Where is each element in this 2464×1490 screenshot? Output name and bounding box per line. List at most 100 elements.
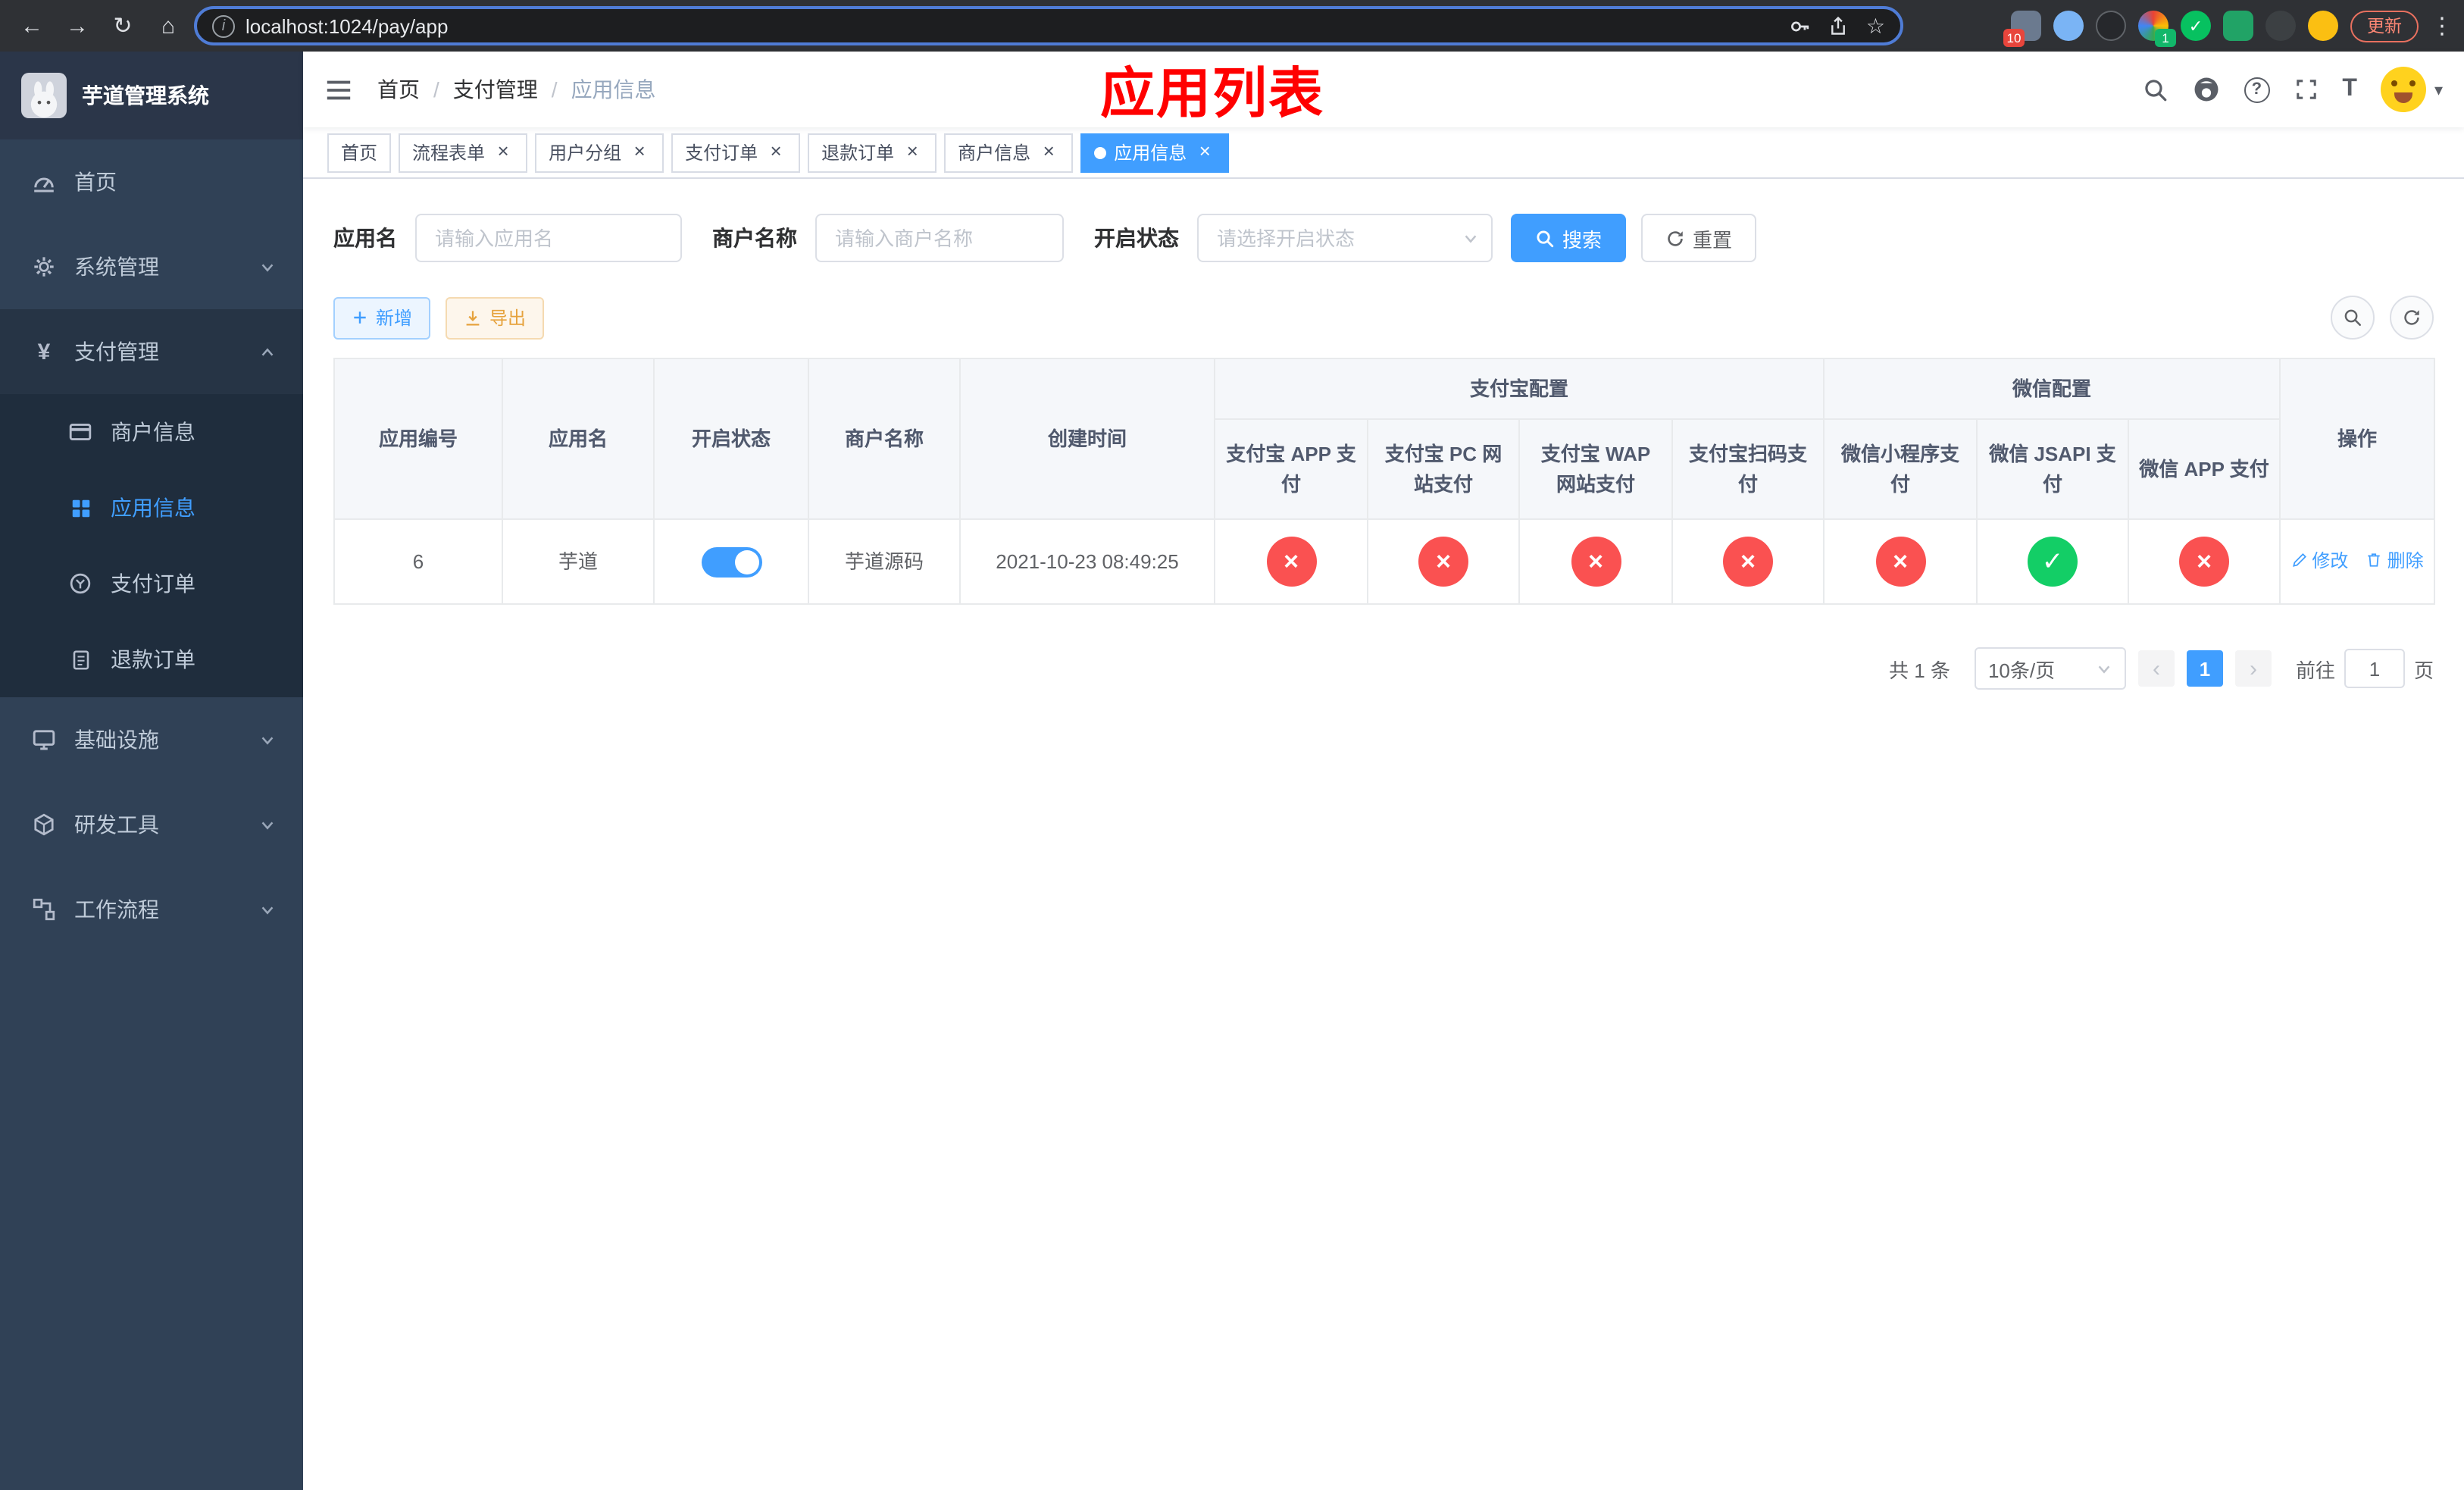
tab-close-icon[interactable]: × bbox=[629, 140, 650, 163]
tab-label: 支付订单 bbox=[685, 142, 758, 164]
sidebar-item-payment[interactable]: ¥ 支付管理 bbox=[0, 309, 303, 394]
export-button[interactable]: 导出 bbox=[446, 296, 545, 339]
page-button-1[interactable]: 1 bbox=[2186, 650, 2223, 687]
search-button[interactable]: 搜索 bbox=[1511, 214, 1627, 262]
sidebar-item-dev-tools[interactable]: 研发工具 bbox=[0, 782, 303, 867]
merchant-name-input[interactable] bbox=[815, 214, 1064, 262]
status-success-icon: ✓ bbox=[2028, 537, 2078, 587]
hamburger-icon[interactable] bbox=[324, 75, 353, 104]
address-bar[interactable]: i localhost:1024/pay/app ☆ bbox=[194, 6, 1903, 45]
tab-close-icon[interactable]: × bbox=[492, 140, 514, 163]
sidebar-item-system[interactable]: 系统管理 bbox=[0, 224, 303, 309]
github-icon[interactable] bbox=[2192, 76, 2219, 103]
reset-button[interactable]: 重置 bbox=[1641, 214, 1757, 262]
tab-merchant-info[interactable]: 商户信息 × bbox=[944, 133, 1074, 172]
extension-badge: 10 bbox=[2003, 29, 2025, 47]
status-select[interactable] bbox=[1197, 214, 1493, 262]
tab-process-form[interactable]: 流程表单 × bbox=[399, 133, 528, 172]
status-select-input[interactable] bbox=[1197, 214, 1493, 262]
cell-alipay-wap: × bbox=[1518, 518, 1673, 605]
sidebar-item-label: 支付管理 bbox=[74, 340, 159, 364]
pagination: 共 1 条 10条/页 ‹ 1 › 前往 页 bbox=[333, 647, 2434, 690]
top-navbar: 首页 / 支付管理 / 应用信息 应用列表 ? T ▾ bbox=[303, 52, 2464, 127]
extension-icon[interactable] bbox=[2223, 11, 2253, 41]
page-size-select[interactable]: 10条/页 bbox=[1974, 647, 2126, 690]
filter-form: 应用名 商户名称 开启状态 搜索 bbox=[333, 214, 2434, 262]
browser-menu-icon[interactable]: ⋮ bbox=[2431, 12, 2453, 39]
extension-icon[interactable] bbox=[2096, 11, 2126, 41]
tab-close-icon[interactable]: × bbox=[1194, 140, 1215, 163]
search-icon[interactable] bbox=[2142, 77, 2168, 102]
breadcrumb-home[interactable]: 首页 bbox=[377, 74, 420, 105]
reload-icon[interactable]: ↻ bbox=[103, 6, 142, 45]
credit-card-icon bbox=[64, 420, 97, 444]
help-icon[interactable]: ? bbox=[2244, 77, 2270, 102]
breadcrumb-section[interactable]: 支付管理 bbox=[453, 74, 538, 105]
app-name-label: 应用名 bbox=[333, 226, 397, 250]
status-switch[interactable] bbox=[701, 546, 761, 578]
back-icon[interactable]: ← bbox=[12, 6, 52, 45]
refresh-button[interactable] bbox=[2390, 296, 2434, 340]
sidebar-item-pay-order[interactable]: 支付订单 bbox=[0, 546, 303, 621]
tab-app-info[interactable]: 应用信息 × bbox=[1080, 133, 1230, 172]
tab-user-group[interactable]: 用户分组 × bbox=[535, 133, 664, 172]
chevron-down-icon bbox=[259, 816, 276, 833]
font-size-icon[interactable]: T bbox=[2342, 76, 2357, 103]
sidebar-item-refund-order[interactable]: 退款订单 bbox=[0, 621, 303, 697]
user-menu[interactable]: ▾ bbox=[2381, 67, 2443, 112]
forward-icon[interactable]: → bbox=[58, 6, 97, 45]
emoji-extension-icon[interactable] bbox=[2308, 11, 2338, 41]
sidebar-item-home[interactable]: 首页 bbox=[0, 139, 303, 224]
app-table: 应用编号 应用名 开启状态 商户名称 创建时间 支付宝配置 微信配置 操作 支付… bbox=[333, 358, 2436, 605]
sidebar-logo-row[interactable]: 芋道管理系统 bbox=[0, 52, 303, 139]
cell-alipay-pc: × bbox=[1367, 518, 1520, 605]
site-info-icon[interactable]: i bbox=[212, 14, 235, 37]
navbar-actions: ? T ▾ bbox=[2142, 67, 2443, 112]
extension-icon[interactable]: ✓ bbox=[2181, 11, 2211, 41]
share-icon[interactable] bbox=[1828, 15, 1850, 36]
add-button[interactable]: 新增 bbox=[333, 296, 431, 339]
app-name-input[interactable] bbox=[415, 214, 682, 262]
tab-home[interactable]: 首页 bbox=[327, 133, 392, 172]
active-tab-dot bbox=[1094, 146, 1107, 158]
tab-pay-order[interactable]: 支付订单 × bbox=[671, 133, 801, 172]
tab-close-icon[interactable]: × bbox=[765, 140, 786, 163]
next-page-button[interactable]: › bbox=[2234, 650, 2272, 687]
password-key-icon[interactable] bbox=[1789, 14, 1812, 37]
status-fail-icon: × bbox=[1266, 537, 1316, 587]
extension-icon[interactable] bbox=[2053, 11, 2084, 41]
merchant-name-label: 商户名称 bbox=[712, 226, 797, 250]
document-icon bbox=[64, 648, 97, 671]
toggle-search-button[interactable] bbox=[2331, 296, 2375, 340]
sidebar-item-label: 商户信息 bbox=[111, 420, 195, 444]
tab-close-icon[interactable]: × bbox=[1038, 140, 1059, 163]
sidebar-item-label: 工作流程 bbox=[74, 897, 159, 922]
goto-page-input[interactable] bbox=[2344, 649, 2405, 688]
status-fail-icon: × bbox=[1723, 537, 1773, 587]
logo-avatar bbox=[21, 73, 67, 118]
delete-link-label: 删除 bbox=[2387, 549, 2424, 571]
page-size-value: 10条/页 bbox=[1987, 659, 2056, 681]
profile-avatar-icon[interactable]: 1 bbox=[2138, 11, 2176, 47]
sidebar-item-workflow[interactable]: 工作流程 bbox=[0, 867, 303, 952]
browser-update-button[interactable]: 更新 bbox=[2350, 10, 2419, 42]
col-header-wechat-lite: 微信小程序支付 bbox=[1823, 418, 1978, 520]
extension-icon[interactable] bbox=[2265, 11, 2296, 41]
edit-link[interactable]: 修改 bbox=[2290, 546, 2348, 574]
tab-close-icon[interactable]: × bbox=[902, 140, 923, 163]
workflow-icon bbox=[27, 897, 61, 922]
sidebar-item-infra[interactable]: 基础设施 bbox=[0, 697, 303, 782]
tab-refund-order[interactable]: 退款订单 × bbox=[808, 133, 937, 172]
sidebar-item-app-info[interactable]: 应用信息 bbox=[0, 470, 303, 546]
main-area: 首页 / 支付管理 / 应用信息 应用列表 ? T ▾ 首页 流程表单 × 用户… bbox=[303, 52, 2464, 1490]
sidebar-item-merchant-info[interactable]: 商户信息 bbox=[0, 394, 303, 470]
home-icon[interactable]: ⌂ bbox=[149, 6, 188, 45]
bookmark-star-icon[interactable]: ☆ bbox=[1866, 13, 1885, 39]
col-header-status: 开启状态 bbox=[653, 358, 809, 520]
monitor-icon bbox=[27, 728, 61, 752]
app-frame: 芋道管理系统 首页 系统管理 ¥ 支付管理 商户信息 应用信息 支付订单 退款订… bbox=[0, 52, 2464, 1490]
extension-icon[interactable]: 10 bbox=[2003, 11, 2041, 47]
prev-page-button[interactable]: ‹ bbox=[2137, 650, 2175, 687]
delete-link[interactable]: 删除 bbox=[2366, 546, 2424, 574]
fullscreen-icon[interactable] bbox=[2294, 77, 2318, 102]
